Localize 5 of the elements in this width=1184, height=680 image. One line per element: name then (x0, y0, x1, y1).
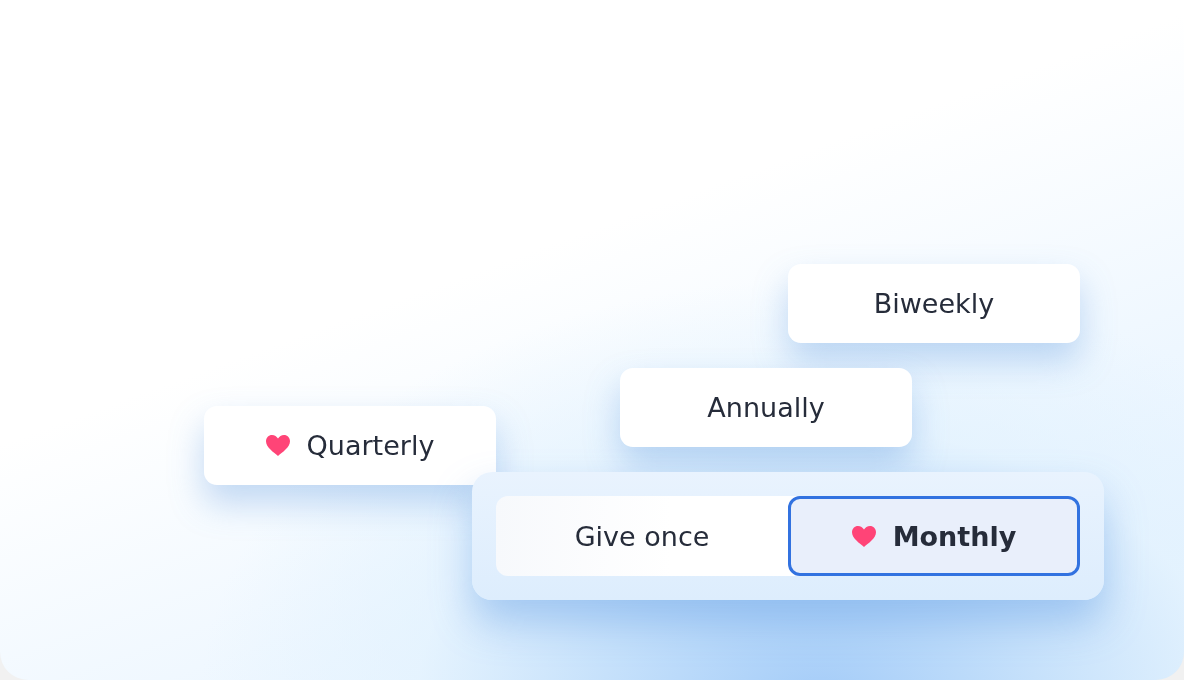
frequency-toggle[interactable]: Monthly (788, 496, 1080, 576)
frequency-option[interactable]: Biweekly (788, 264, 1080, 343)
frequency-option[interactable]: Annually (620, 368, 912, 447)
frequency-option[interactable]: Quarterly (204, 406, 496, 485)
frequency-toggle[interactable]: Give once (496, 496, 788, 576)
